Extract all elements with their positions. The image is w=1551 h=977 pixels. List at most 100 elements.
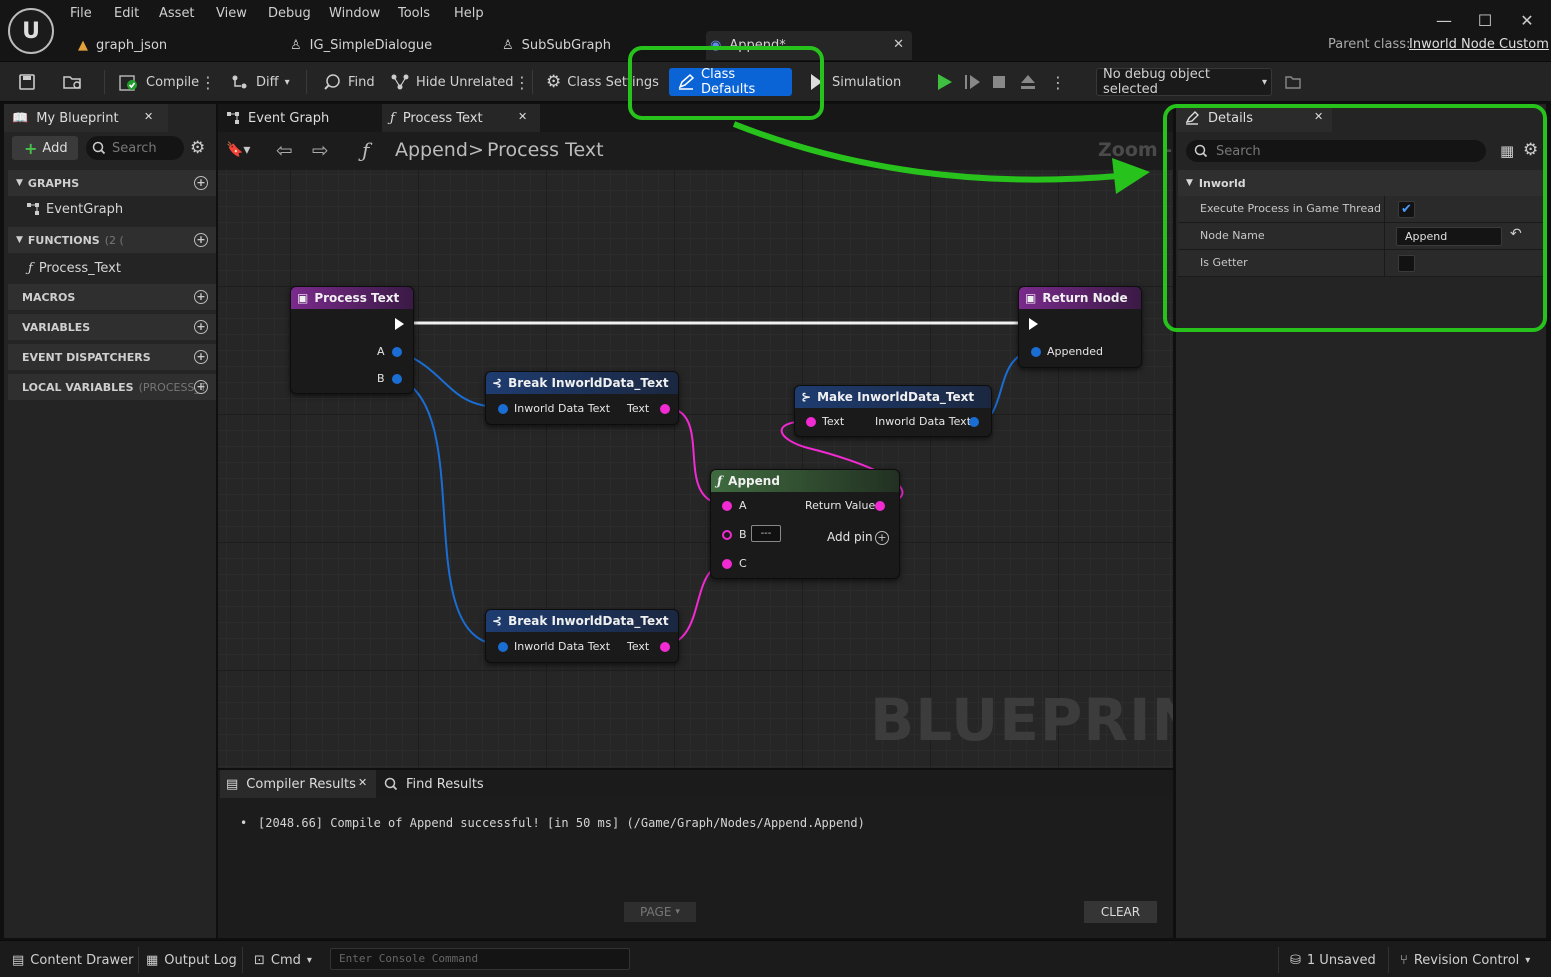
parent-class-link[interactable]: Inworld Node Custom — [1409, 37, 1549, 52]
pin-inworld-data-text-in[interactable] — [498, 642, 508, 652]
section-event-dispatchers[interactable]: EVENT DISPATCHERS + — [8, 344, 216, 370]
node-break-inworlddata-text-2[interactable]: ⊰ Break InworldData_Text Inworld Data Te… — [485, 609, 679, 663]
maximize-icon[interactable]: ☐ — [1473, 8, 1497, 32]
content-drawer-button[interactable]: ▤ Content Drawer — [12, 949, 133, 971]
menu-window[interactable]: Window — [329, 6, 380, 24]
add-button[interactable]: + Add — [12, 136, 78, 160]
parent-class-label: Parent class: — [1328, 37, 1411, 52]
menu-help[interactable]: Help — [454, 6, 484, 24]
back-arrow-icon[interactable]: ⇦ — [276, 138, 293, 162]
menu-view[interactable]: View — [216, 6, 247, 24]
pin-appended[interactable] — [1031, 347, 1041, 357]
pin-b-default-input[interactable]: --- — [751, 525, 781, 542]
section-graphs[interactable]: ▼ GRAPHS + — [8, 170, 216, 196]
pin-text-out[interactable] — [660, 404, 670, 414]
diff-icon — [230, 73, 250, 91]
node-process-text[interactable]: ▣ Process Text A B — [290, 286, 414, 394]
compile-options-icon[interactable]: ⋮ — [196, 68, 220, 96]
doc-tab-ig-simpledialogue[interactable]: ♙ IG_SimpleDialogue — [286, 31, 486, 60]
add-local-variable-icon[interactable]: + — [194, 380, 208, 394]
breadcrumb-separator: > — [468, 139, 484, 161]
clear-button[interactable]: CLEAR — [1084, 901, 1157, 923]
doc-tab-graph-json[interactable]: ▲ graph_json — [74, 31, 274, 60]
exec-in-pin[interactable] — [1029, 318, 1038, 330]
graph-item-eventgraph[interactable]: EventGraph — [26, 197, 123, 221]
section-local-variables[interactable]: LOCAL VARIABLES (PROCESS_T + — [8, 374, 216, 400]
minimize-icon[interactable]: — — [1432, 8, 1456, 32]
close-tab-icon[interactable]: ✕ — [518, 110, 527, 123]
chevron-down-icon: ▾ — [306, 954, 312, 966]
pin-return-value-out[interactable] — [875, 501, 885, 511]
function-item-process-text[interactable]: ƒ Process_Text — [28, 256, 121, 280]
play-options-icon[interactable]: ⋮ — [1046, 68, 1070, 96]
pin-inworld-data-text-out[interactable] — [969, 417, 979, 427]
tab-find-results[interactable]: Find Results — [384, 770, 514, 798]
menu-edit[interactable]: Edit — [114, 6, 139, 24]
tab-event-graph[interactable]: Event Graph — [222, 104, 378, 132]
revision-control-button[interactable]: ⑂ Revision Control ▾ — [1400, 949, 1530, 971]
pin-label-appended: Appended — [1047, 345, 1103, 358]
add-dispatcher-icon[interactable]: + — [194, 350, 208, 364]
cmd-dropdown[interactable]: ⊡ Cmd ▾ — [254, 949, 312, 971]
section-macros[interactable]: MACROS + — [8, 284, 216, 310]
breadcrumb-root[interactable]: Append — [395, 139, 468, 161]
close-window-icon[interactable]: ✕ — [1515, 8, 1539, 32]
pin-c-in[interactable] — [722, 559, 732, 569]
debug-object-select[interactable]: No debug object selected ▾ — [1096, 67, 1272, 97]
add-pin-icon[interactable]: + — [875, 531, 889, 545]
menu-file[interactable]: File — [70, 6, 92, 24]
blueprint-search-input[interactable]: Search — [86, 136, 184, 160]
eject-button[interactable] — [1014, 68, 1042, 96]
bookmark-icon[interactable]: 🔖▾ — [226, 142, 250, 158]
pin-b[interactable] — [392, 374, 402, 384]
gear-icon[interactable]: ⚙ — [190, 138, 205, 158]
stop-button[interactable] — [986, 68, 1012, 96]
pin-text-in[interactable] — [806, 417, 816, 427]
add-function-icon[interactable]: + — [194, 233, 208, 247]
add-macro-icon[interactable]: + — [194, 290, 208, 304]
folder-search-icon — [62, 73, 84, 91]
section-functions[interactable]: ▼ FUNCTIONS (2 ( + — [8, 227, 216, 253]
compile-button[interactable]: Compile — [114, 68, 203, 96]
pin-b-in[interactable] — [722, 530, 732, 540]
pin-a[interactable] — [392, 347, 402, 357]
forward-arrow-icon[interactable]: ⇨ — [312, 138, 329, 162]
tab-my-blueprint[interactable]: 📖 My Blueprint ✕ — [4, 104, 168, 132]
close-tab-icon[interactable]: ✕ — [144, 110, 153, 123]
node-break-inworlddata-text-1[interactable]: ⊰ Break InworldData_Text Inworld Data Te… — [485, 371, 679, 425]
add-variable-icon[interactable]: + — [194, 320, 208, 334]
chevron-down-icon: ▾ — [1261, 76, 1267, 88]
save-button[interactable] — [14, 68, 40, 96]
pin-a-in[interactable] — [722, 501, 732, 511]
page-dropdown[interactable]: PAGE ▾ — [624, 902, 696, 922]
add-pin-label[interactable]: Add pin — [827, 530, 873, 544]
node-return[interactable]: ▣ Return Node Appended — [1018, 286, 1142, 368]
tab-compiler-results[interactable]: ▤ Compiler Results ✕ — [220, 770, 376, 798]
pin-inworld-data-text-in[interactable] — [498, 404, 508, 414]
close-tab-icon[interactable]: ✕ — [358, 776, 367, 789]
blueprint-graph-canvas[interactable]: ▣ Process Text A B ▣ Return Node Appende… — [218, 170, 1173, 768]
tab-process-text[interactable]: ƒ Process Text ✕ — [382, 104, 540, 132]
node-make-inworlddata-text[interactable]: ⊱ Make InworldData_Text Text Inworld Dat… — [794, 385, 992, 437]
diff-button[interactable]: Diff ▾ — [226, 68, 294, 96]
close-tab-icon[interactable]: ✕ — [893, 37, 904, 52]
section-variables[interactable]: VARIABLES + — [8, 314, 216, 340]
graph-options-icon[interactable]: ⋮ — [510, 68, 534, 96]
menu-asset[interactable]: Asset — [159, 6, 195, 24]
menu-debug[interactable]: Debug — [268, 6, 311, 24]
browse-button[interactable] — [58, 68, 88, 96]
output-log-button[interactable]: ▦ Output Log — [146, 949, 237, 971]
node-append[interactable]: ƒ Append A Return Value B --- Add pin + … — [710, 469, 900, 579]
unsaved-button[interactable]: ⛁ 1 Unsaved — [1290, 949, 1376, 971]
play-button[interactable] — [930, 68, 958, 96]
menu-tools[interactable]: Tools — [398, 6, 430, 24]
find-button[interactable]: Find — [318, 68, 379, 96]
exec-out-pin[interactable] — [395, 318, 404, 330]
debug-browse-button[interactable] — [1280, 68, 1306, 96]
hide-unrelated-button[interactable]: Hide Unrelated — [386, 68, 518, 96]
pin-text-out[interactable] — [660, 642, 670, 652]
step-button[interactable] — [958, 68, 986, 96]
console-command-input[interactable]: Enter Console Command — [330, 948, 630, 970]
search-icon — [384, 777, 398, 791]
add-graph-icon[interactable]: + — [194, 176, 208, 190]
